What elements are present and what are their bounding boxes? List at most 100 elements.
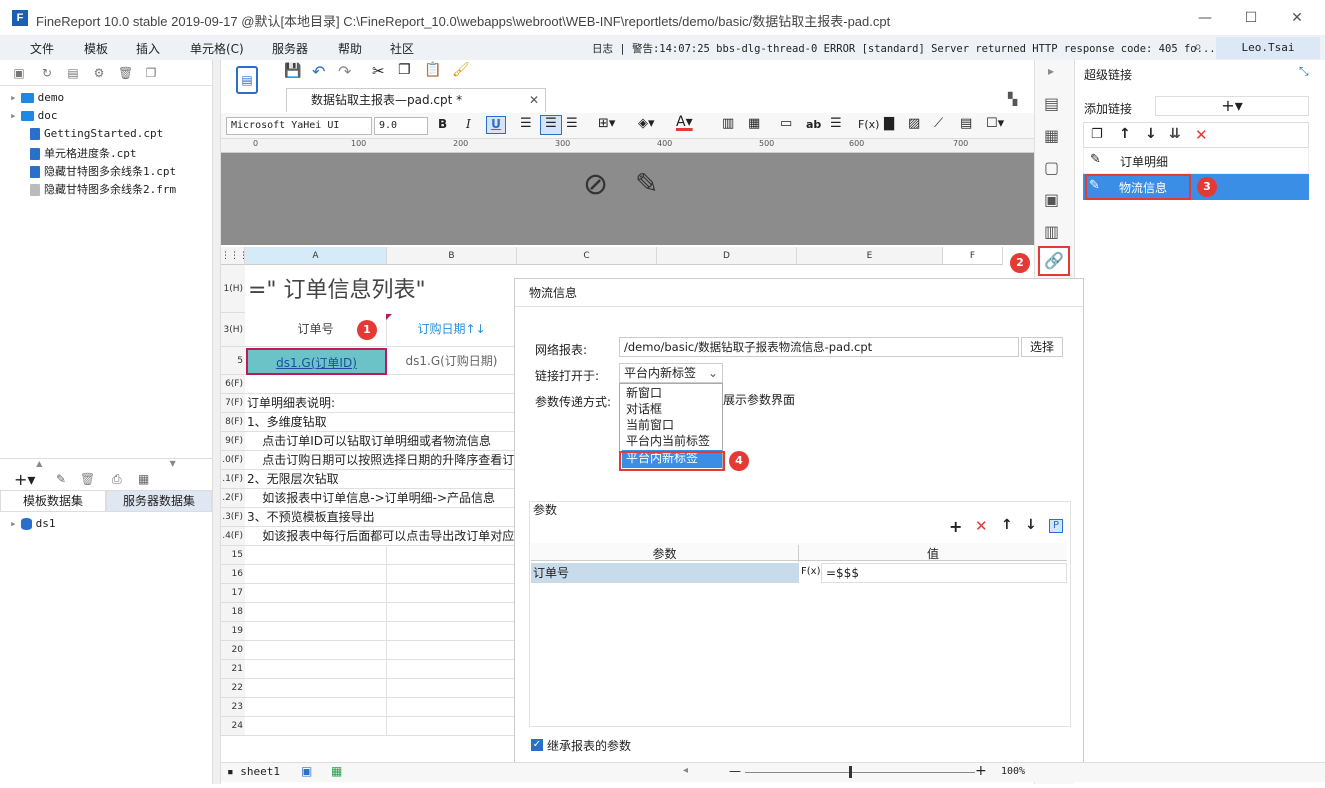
menu-insert[interactable]: 插入 [136, 40, 160, 57]
sort-icon[interactable]: ⇊ [1169, 126, 1181, 142]
edit-icon[interactable]: ✎ [635, 167, 658, 200]
scroll-left-icon[interactable]: ◂ [683, 765, 688, 776]
open-file-icon[interactable]: ▤ [66, 66, 80, 80]
report-title-cell[interactable]: =" 订单信息列表" [248, 272, 426, 304]
copy-icon[interactable]: ❐ [398, 62, 411, 78]
delete-icon[interactable]: 🗑 [118, 66, 133, 80]
zoom-thumb[interactable] [849, 766, 852, 778]
paragraph-icon[interactable]: ☰ [830, 116, 842, 131]
fill-color-icon[interactable]: ◈▾ [638, 116, 655, 131]
maximize-button[interactable]: ☐ [1236, 8, 1266, 28]
row-header[interactable]: 16 [221, 565, 245, 584]
row-header[interactable]: 18 [221, 603, 245, 622]
hyperlink-icon[interactable]: 🔗 [1038, 246, 1070, 276]
log-message[interactable]: 日志 | 警告:14:07:25 bbs-dlg-thread-0 ERROR … [592, 41, 1216, 56]
row-header[interactable]: .1(F) [221, 470, 245, 489]
align-left-icon[interactable]: ☰ [520, 116, 532, 131]
table-cell[interactable] [245, 603, 517, 622]
menu-community[interactable]: 社区 [390, 40, 414, 57]
column-header[interactable]: C [517, 247, 657, 265]
image-icon[interactable]: ▨ [908, 116, 920, 131]
option-current-window[interactable]: 当前窗口 [620, 417, 722, 433]
row-header[interactable]: 23 [221, 698, 245, 717]
zoom-slider[interactable] [745, 772, 975, 773]
column-header[interactable]: D [657, 247, 797, 265]
open-in-select[interactable]: 平台内新标签 ⌄ [619, 363, 723, 383]
tab-server-dataset[interactable]: 服务器数据集 [106, 490, 212, 512]
text-icon[interactable]: ab [806, 118, 821, 131]
data-cell-order-date[interactable]: ds1.G(订购日期) [387, 347, 517, 375]
dataset-item[interactable]: ▸ ds1 [10, 517, 56, 530]
insert-cell-icon[interactable]: ▭ [780, 116, 792, 131]
add-dataset-icon[interactable]: +▾ [14, 470, 35, 489]
option-new-window[interactable]: 新窗口 [620, 384, 722, 401]
row-header[interactable]: 8(F) [221, 413, 245, 432]
select-button[interactable]: 选择 [1021, 337, 1063, 357]
table-cell[interactable]: 点击订单ID可以钻取订单明细或者物流信息 [245, 432, 517, 451]
font-color-icon[interactable]: A▾ [676, 114, 693, 130]
formula-icon[interactable]: F(x) [858, 118, 879, 131]
user-account[interactable]: Leo.Tsai [1216, 37, 1320, 59]
row-header[interactable]: 17 [221, 584, 245, 603]
align-right-icon[interactable]: ☰ [566, 116, 578, 131]
widget-icon[interactable]: ▢ [1044, 158, 1059, 177]
column-header[interactable]: F [943, 247, 1003, 265]
table-cell[interactable] [245, 565, 517, 584]
row-header[interactable]: 9(F) [221, 432, 245, 451]
layout-icon[interactable]: ▥ [1044, 222, 1059, 241]
hide-icon[interactable]: ⊘ [583, 167, 608, 202]
redo-icon[interactable]: ↷ [338, 62, 351, 81]
menu-cell[interactable]: 单元格(C) [190, 40, 244, 57]
left-splitter[interactable] [212, 60, 221, 784]
cut-icon[interactable]: ✂ [372, 62, 385, 80]
add-param-icon[interactable]: + [949, 517, 962, 536]
table-cell[interactable]: 如该报表中订单信息->订单明细->产品信息 [245, 489, 517, 508]
preview-icon[interactable]: ⎙ [112, 472, 122, 487]
header-cell-order-date[interactable]: 订购日期↑↓ [387, 313, 517, 347]
row-header[interactable]: .0(F) [221, 451, 245, 470]
tab-template-dataset[interactable]: 模板数据集 [0, 490, 106, 512]
param-value-input[interactable]: =$$$ [821, 563, 1067, 583]
merge-icon[interactable]: ▥ [722, 116, 734, 131]
underline-button[interactable]: U [486, 116, 506, 134]
menu-template[interactable]: 模板 [84, 40, 108, 57]
link-item[interactable]: 订单明细 [1120, 153, 1168, 170]
save-icon[interactable]: 💾 [284, 63, 301, 79]
format-brush-icon[interactable]: 🖌 [452, 62, 470, 78]
table-cell[interactable] [245, 717, 517, 736]
row-header[interactable]: 5 [221, 347, 245, 375]
align-center-icon[interactable]: ☰ [540, 115, 562, 135]
menu-file[interactable]: 文件 [30, 40, 54, 57]
param-name-cell[interactable]: 订单号 [531, 563, 799, 583]
collapse-icon[interactable]: ⤡ [1299, 64, 1309, 79]
row-header[interactable]: 24 [221, 717, 245, 736]
row-header[interactable]: 1(H) [221, 265, 245, 313]
row-header[interactable]: .2(F) [221, 489, 245, 508]
close-button[interactable]: ✕ [1282, 8, 1312, 28]
move-down-icon[interactable]: ↓ [1145, 126, 1157, 142]
row-header[interactable]: 21 [221, 660, 245, 679]
border-icon[interactable]: ⊞▾ [598, 116, 615, 131]
menu-server[interactable]: 服务器 [272, 40, 308, 57]
table-cell[interactable]: 2、无限层次钻取 [245, 470, 517, 489]
table-cell[interactable]: 订单明细表说明: [245, 394, 517, 413]
tree-item-file[interactable]: 单元格进度条.cpt [30, 145, 137, 161]
tree-item-file[interactable]: 隐藏甘特图多余线条2.frm [30, 181, 176, 197]
table-cell[interactable] [245, 660, 517, 679]
chart-icon[interactable]: ▇ [884, 116, 894, 131]
delete-icon[interactable]: ✕ [1195, 126, 1208, 144]
search-icon[interactable]: ⌕ [1194, 39, 1202, 55]
cell-attribute-icon[interactable]: ▦ [1044, 126, 1059, 145]
row-header[interactable]: 7(F) [221, 394, 245, 413]
font-family-select[interactable]: Microsoft YaHei UI [226, 117, 372, 135]
font-size-select[interactable]: 9.0 [374, 117, 428, 135]
paste-icon[interactable]: 📋 [424, 62, 441, 78]
add-sheet-icon[interactable]: ▣ [301, 764, 312, 778]
column-header[interactable]: E [797, 247, 943, 265]
show-param-text[interactable]: 展示参数界面 [723, 391, 795, 408]
row-header[interactable]: 22 [221, 679, 245, 698]
table-cell[interactable] [245, 584, 517, 603]
tab-menu-icon[interactable]: ▚ [1008, 92, 1017, 106]
zoom-out-icon[interactable]: — [729, 764, 741, 778]
splitter-handle[interactable]: ▲ ▼ [0, 458, 212, 468]
